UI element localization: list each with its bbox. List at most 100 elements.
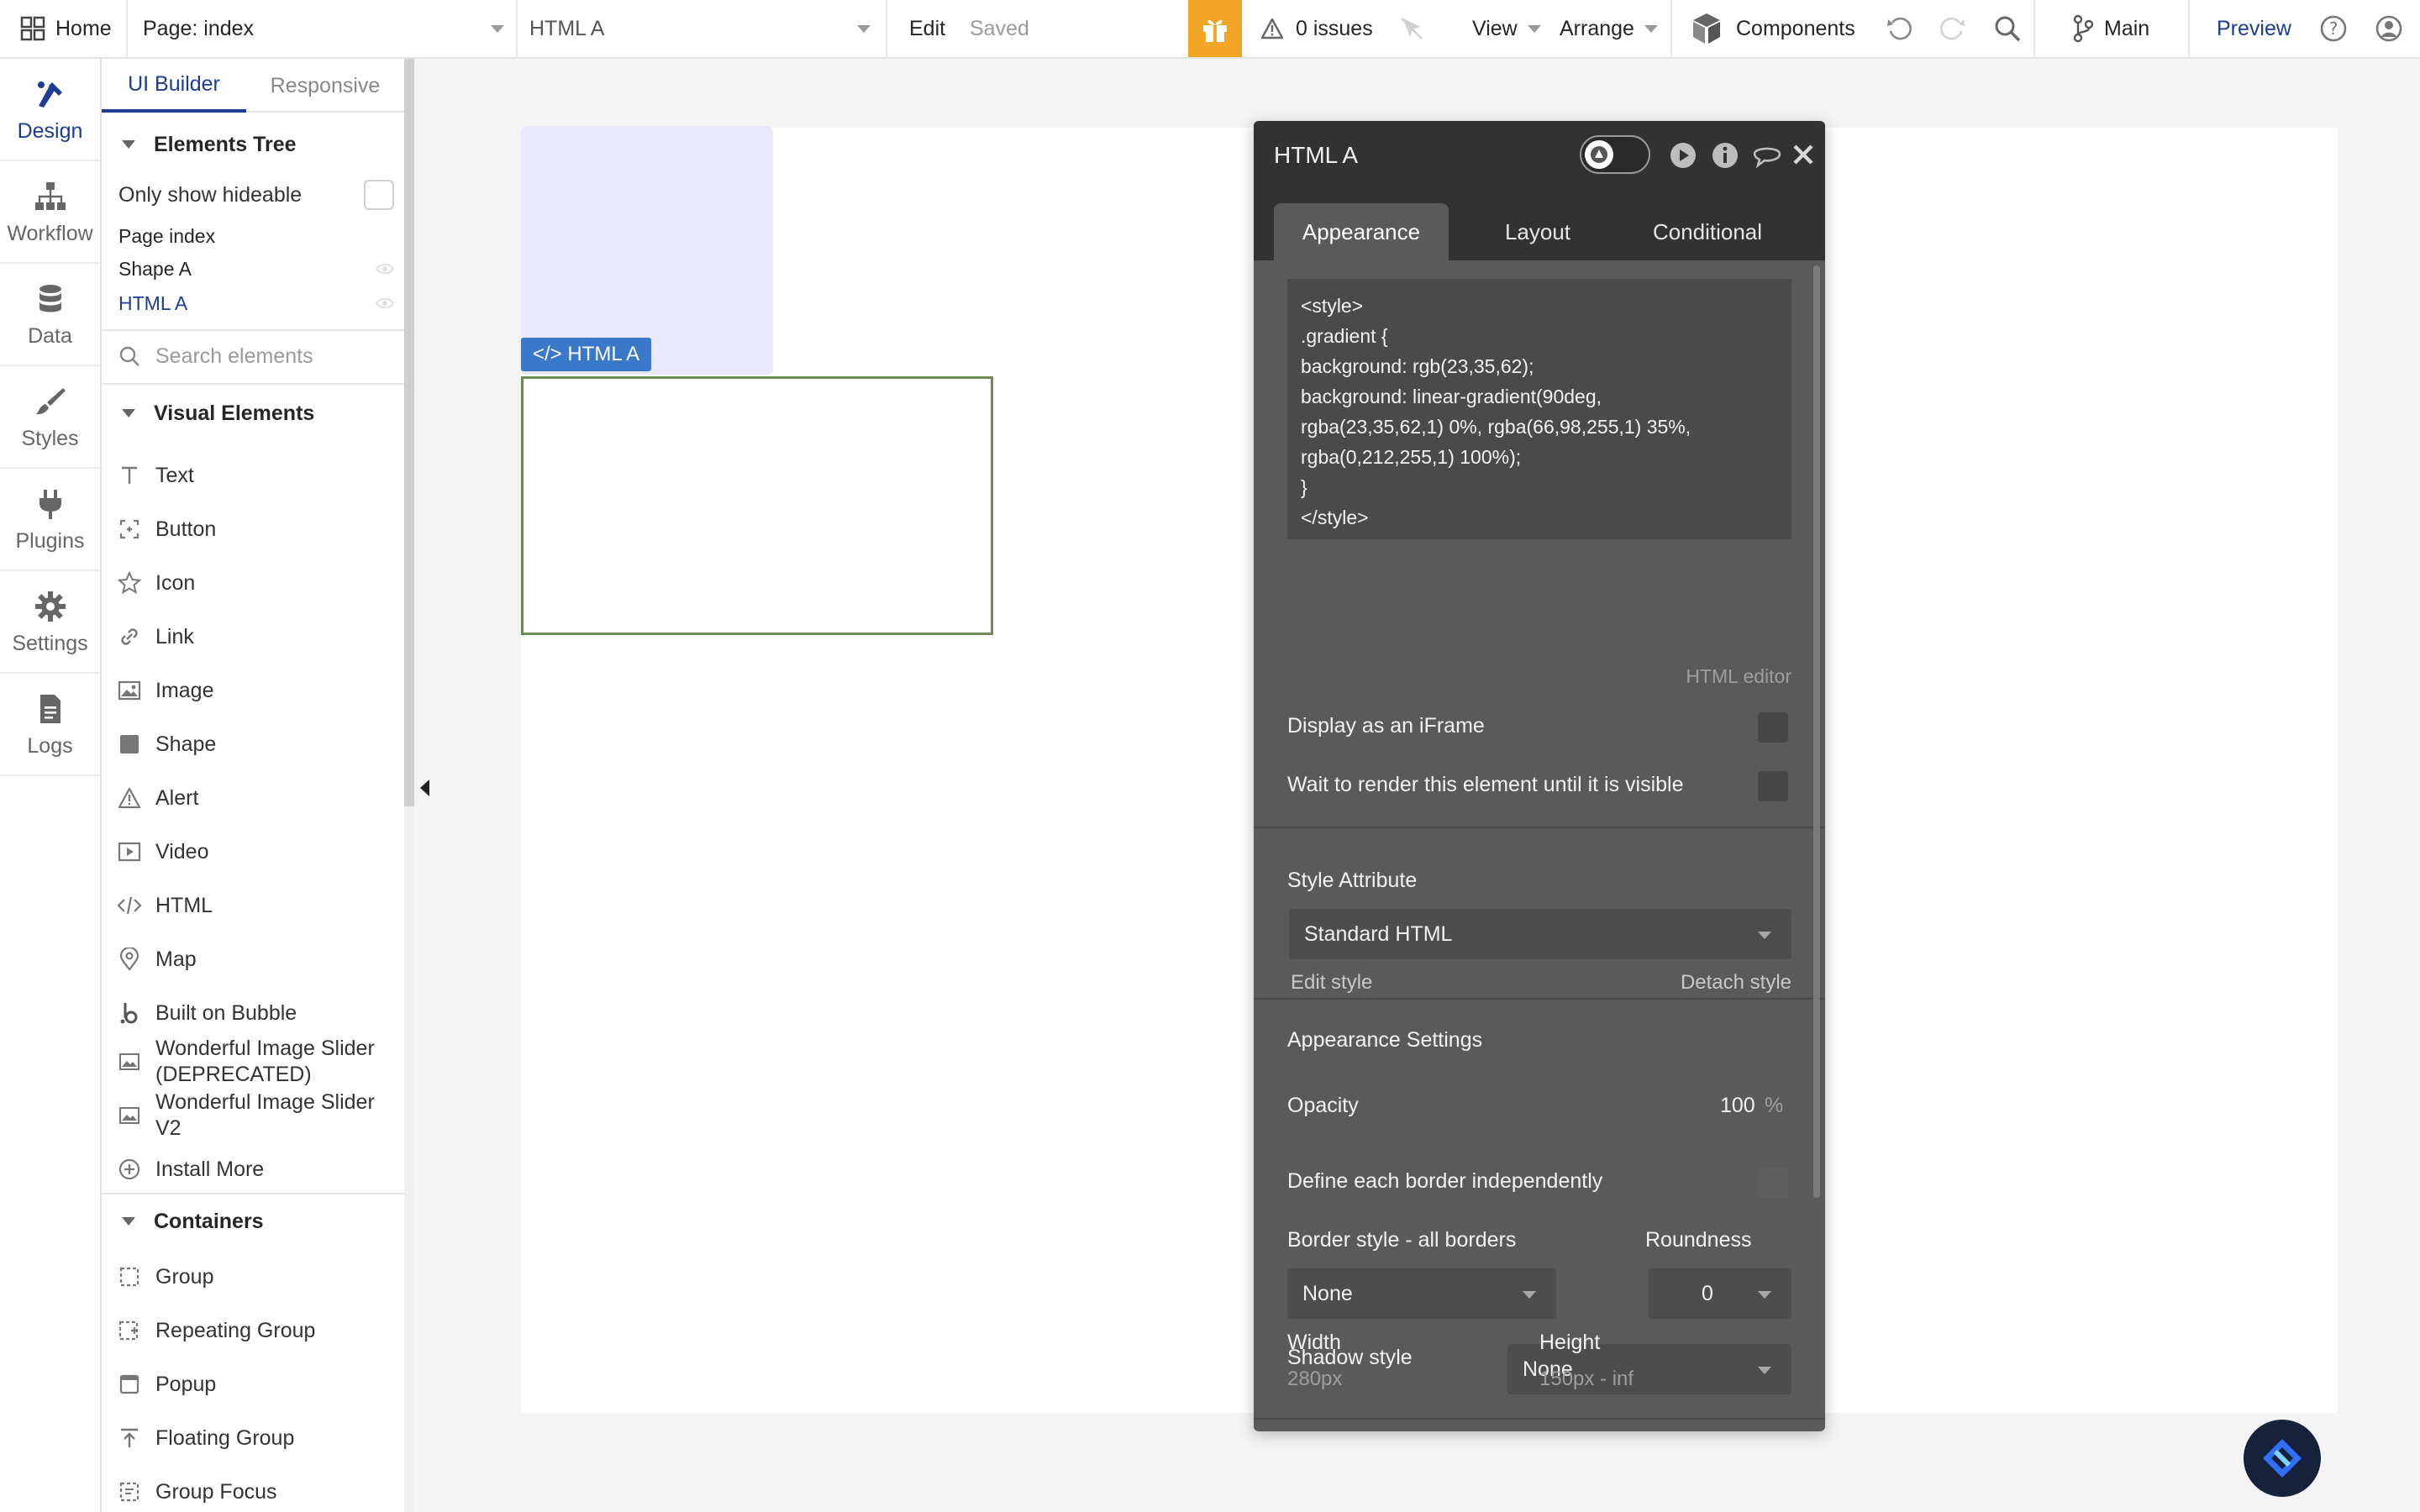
define-border-checkbox[interactable] — [1758, 1168, 1788, 1198]
assistant-button[interactable] — [2244, 1420, 2321, 1497]
search-elements[interactable]: Search elements — [102, 331, 404, 381]
issues-button[interactable]: 0 issues — [1260, 0, 1373, 57]
eye-icon[interactable] — [376, 297, 394, 309]
inspect-toggle[interactable] — [1580, 135, 1650, 174]
help-icon: ? — [2320, 15, 2347, 42]
comment-icon[interactable] — [1751, 141, 1783, 170]
roundness-value: 0 — [1702, 1281, 1713, 1305]
view-menu[interactable]: View — [1472, 0, 1541, 57]
play-icon[interactable] — [1669, 141, 1697, 170]
preview-button[interactable]: Preview — [2217, 0, 2291, 57]
search-button[interactable] — [1993, 0, 2022, 57]
display-iframe-checkbox[interactable] — [1758, 712, 1788, 743]
visual-element-label: Image — [155, 678, 214, 702]
container-item[interactable]: Group Focus — [102, 1465, 404, 1512]
visual-element-item[interactable]: Install More — [102, 1146, 404, 1193]
container-item[interactable]: Floating Group — [102, 1411, 404, 1465]
close-icon[interactable] — [1791, 143, 1815, 166]
elements-tree-header[interactable]: Elements Tree — [102, 118, 404, 171]
cursor-off-icon — [1401, 18, 1423, 39]
map-pin-icon — [117, 947, 142, 972]
redo-button[interactable] — [1938, 0, 1966, 57]
pointer-mode-button[interactable] — [1398, 0, 1425, 57]
rail-item-settings[interactable]: Settings — [0, 571, 100, 674]
html-a-tag[interactable]: </> HTML A — [521, 338, 652, 371]
visual-element-item[interactable]: Wonderful Image Slider (DEPRECATED) — [102, 1035, 404, 1089]
visual-element-item[interactable]: Map — [102, 932, 404, 986]
arrange-menu[interactable]: Arrange — [1560, 0, 1658, 57]
help-button[interactable]: ? — [2319, 0, 2348, 57]
border-style-dropdown[interactable]: None — [1287, 1268, 1556, 1319]
editor-header[interactable]: HTML A — [1254, 121, 1825, 190]
width-value[interactable]: 280px — [1287, 1368, 1342, 1391]
visual-element-item[interactable]: Video — [102, 825, 404, 879]
info-icon[interactable] — [1711, 141, 1739, 170]
visual-element-item[interactable]: HTML — [102, 879, 404, 932]
tree-item-shape-a[interactable]: Shape A — [118, 253, 396, 285]
rail-item-data[interactable]: Data — [0, 264, 100, 366]
rail-item-styles[interactable]: Styles — [0, 366, 100, 469]
rail-item-logs[interactable]: Logs — [0, 674, 100, 776]
visual-element-item[interactable]: Button — [102, 502, 404, 556]
gift-button[interactable] — [1188, 0, 1242, 57]
only-hideable-checkbox[interactable] — [364, 180, 394, 210]
edit-menu[interactable]: Edit — [909, 0, 945, 57]
rail-item-plugins[interactable]: Plugins — [0, 469, 100, 571]
detach-style-link[interactable]: Detach style — [1681, 971, 1791, 995]
undo-button[interactable] — [1886, 0, 1914, 57]
style-attribute-dropdown[interactable]: Standard HTML — [1289, 909, 1791, 959]
container-item[interactable]: Group — [102, 1250, 404, 1304]
wait-render-checkbox[interactable] — [1758, 771, 1788, 801]
rail-item-design[interactable]: Design — [0, 59, 100, 161]
panel-scrollbar[interactable] — [404, 59, 414, 806]
editor-tabs: Appearance Layout Conditional — [1254, 190, 1825, 260]
visual-element-item[interactable]: Text — [102, 449, 404, 502]
editor-scrollbar[interactable] — [1813, 265, 1820, 1198]
repeating-group-icon — [117, 1318, 142, 1343]
html-code-editor[interactable]: <style> .gradient {background: rgb(23,35,… — [1287, 279, 1791, 539]
components-button[interactable]: Components — [1691, 0, 1855, 57]
visual-element-item[interactable]: Alert — [102, 771, 404, 825]
visual-element-item[interactable]: Image — [102, 664, 404, 717]
visual-element-item[interactable]: Built on Bubble — [102, 986, 404, 1040]
code-line: background: rgb(23,35,62); — [1301, 355, 1534, 377]
container-item[interactable]: Popup — [102, 1357, 404, 1411]
element-selector[interactable]: HTML A — [529, 0, 871, 57]
code-line: rgba(0,212,255,1) 100%); — [1301, 446, 1522, 468]
container-item[interactable]: Repeating Group — [102, 1304, 404, 1357]
html-a-element[interactable] — [521, 376, 993, 635]
page-selector[interactable]: Page: index — [143, 0, 504, 57]
collapse-panel-icon[interactable] — [420, 780, 429, 796]
visual-element-label: Wonderful Image Slider V2 — [155, 1090, 375, 1140]
visual-elements-header[interactable]: Visual Elements — [102, 386, 404, 440]
image-icon — [117, 678, 142, 703]
branch-button[interactable]: Main — [2072, 0, 2149, 57]
rail-item-workflow[interactable]: Workflow — [0, 161, 100, 264]
visual-element-item[interactable]: Wonderful Image Slider V2 — [102, 1089, 404, 1142]
chevron-down-icon — [1758, 1367, 1771, 1374]
tree-item-page-index[interactable]: Page index — [118, 220, 396, 252]
tab-responsive[interactable]: Responsive — [250, 59, 401, 113]
tree-item-html-a[interactable]: HTML A — [118, 287, 396, 319]
visual-element-item[interactable]: Shape — [102, 717, 404, 771]
account-button[interactable] — [2375, 0, 2403, 57]
tab-conditional[interactable]: Conditional — [1623, 203, 1791, 260]
visual-element-item[interactable]: Icon — [102, 556, 404, 610]
chevron-down-icon — [491, 24, 504, 33]
tab-ui-builder[interactable]: UI Builder — [102, 59, 246, 113]
tab-layout[interactable]: Layout — [1470, 203, 1605, 260]
svg-text:?: ? — [2329, 18, 2338, 39]
code-line: rgba(23,35,62,1) 0%, rgba(66,98,255,1) 3… — [1301, 416, 1691, 438]
eye-icon[interactable] — [376, 263, 394, 275]
edit-style-link[interactable]: Edit style — [1291, 971, 1372, 995]
search-placeholder: Search elements — [155, 344, 313, 368]
height-value[interactable]: 150px - inf — [1539, 1368, 1634, 1391]
opacity-input[interactable]: 100 — [1720, 1094, 1755, 1118]
containers-header[interactable]: Containers — [102, 1194, 404, 1248]
tab-appearance[interactable]: Appearance — [1274, 203, 1449, 260]
diamond-logo-icon — [2263, 1439, 2302, 1478]
rail-item-label: Design — [17, 118, 83, 143]
roundness-input[interactable]: 0 — [1649, 1268, 1791, 1319]
home-button[interactable]: Home — [20, 0, 112, 57]
visual-element-item[interactable]: Link — [102, 610, 404, 664]
